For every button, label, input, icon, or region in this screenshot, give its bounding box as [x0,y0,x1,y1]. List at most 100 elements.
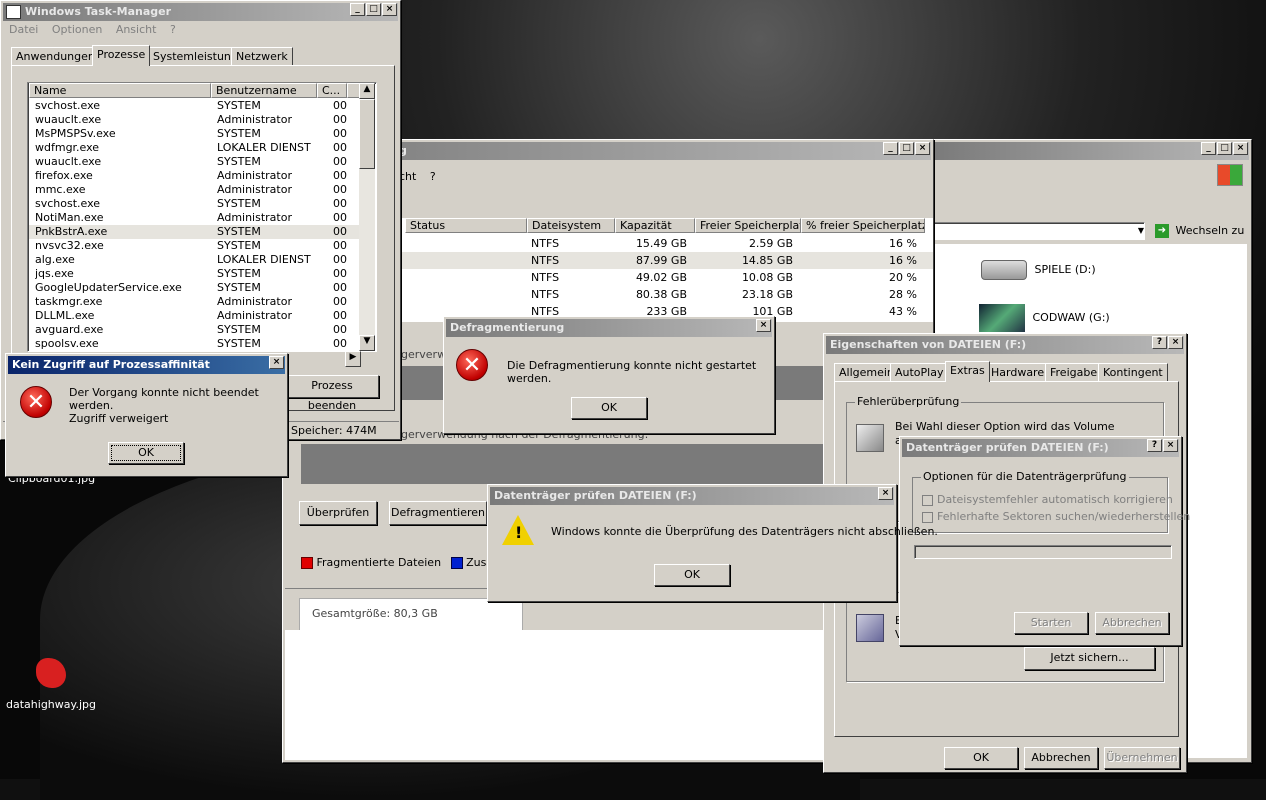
help-icon[interactable]: ? [1152,336,1167,349]
process-name: svchost.exe [35,99,101,112]
tab-freigabe[interactable]: Freigabe [1045,363,1103,381]
cancel-button[interactable]: Abbrechen [1024,747,1098,769]
process-row[interactable]: NotiMan.exe Administrator 00 [29,211,361,225]
volume-row[interactable]: NTFS 80.38 GB 23.18 GB 28 % [401,286,933,303]
process-name: alg.exe [35,253,75,266]
close-icon[interactable]: × [878,487,893,500]
process-cpu: 00 [333,309,347,322]
affinity-dialog-titlebar: Kein Zugriff auf Prozessaffinität [8,356,285,374]
volume-row[interactable]: NTFS 87.99 GB 14.85 GB 16 % [401,252,933,269]
scroll-down-icon[interactable]: ▼ [359,335,375,351]
menu-optionen[interactable]: Optionen [52,23,102,36]
tab-hardware[interactable]: Hardware [986,363,1050,381]
minimize-icon[interactable]: _ [883,142,898,155]
col-free[interactable]: Freier Speicherplatz [695,218,801,233]
col-status[interactable]: Status [405,218,527,233]
scroll-right-icon[interactable]: ▶ [345,351,361,367]
menu-ansicht[interactable]: Ansicht [116,23,157,36]
process-row[interactable]: jqs.exe SYSTEM 00 [29,267,361,281]
maximize-icon[interactable]: □ [899,142,914,155]
close-icon[interactable]: × [756,319,771,332]
close-icon[interactable]: × [1163,439,1178,452]
process-row[interactable]: nvsvc32.exe SYSTEM 00 [29,239,361,253]
process-row[interactable]: avguard.exe SYSTEM 00 [29,323,361,337]
minimize-icon[interactable]: _ [350,3,365,16]
close-icon[interactable]: × [1168,336,1183,349]
ok-button[interactable]: OK [654,564,730,586]
check-button[interactable]: Überprüfen [299,501,377,525]
col-cpu[interactable]: C... [317,83,347,98]
address-dropdown-icon[interactable]: ▼ [1135,224,1147,238]
volume-row[interactable]: NTFS 49.02 GB 10.08 GB 20 % [401,269,933,286]
error-icon: ✕ [456,349,488,381]
process-row[interactable]: mmc.exe Administrator 00 [29,183,361,197]
tab-anwendungen[interactable]: Anwendungen [11,47,100,65]
process-row[interactable]: GoogleUpdaterService.exe SYSTEM 00 [29,281,361,295]
scroll-up-icon[interactable]: ▲ [359,83,375,99]
col-user[interactable]: Benutzername [211,83,317,98]
error-check-text: Bei Wahl dieser Option wird das Volume [895,420,1115,433]
ok-button[interactable]: OK [944,747,1018,769]
maximize-icon[interactable]: □ [1217,142,1232,155]
process-row[interactable]: wuauclt.exe Administrator 00 [29,113,361,127]
legend-red-swatch [301,557,313,569]
col-name[interactable]: Name [29,83,211,98]
maximize-icon[interactable]: □ [366,3,381,16]
ok-button[interactable]: OK [571,397,647,419]
defragment-button[interactable]: Defragmentieren [389,501,487,525]
drive-item-codwaw[interactable]: CODWAW (G:) [979,304,1159,336]
process-row[interactable]: PnkBstrA.exe SYSTEM 00 [29,225,361,239]
tab-extras[interactable]: Extras [945,361,990,382]
volume-row[interactable]: NTFS 15.49 GB 2.59 GB 16 % [401,235,933,252]
close-icon[interactable]: × [1233,142,1248,155]
tab-strip: Anwendungen Prozesse Systemleistung Netz… [11,45,391,67]
scan-sectors-checkbox[interactable]: Fehlerhafte Sektoren suchen/wiederherste… [922,510,1190,523]
process-cpu: 00 [333,99,347,112]
tab-prozesse[interactable]: Prozesse [92,45,151,66]
tab-autoplay[interactable]: AutoPlay [890,363,949,381]
cancel-button[interactable]: Abbrechen [1095,612,1169,634]
defrag-error-dialog: Defragmentierung × ✕ Die Defragmentierun… [443,316,775,434]
menu-help[interactable]: ? [170,23,176,36]
process-row[interactable]: firefox.exe Administrator 00 [29,169,361,183]
process-row[interactable]: DLLML.exe Administrator 00 [29,309,361,323]
end-process-button[interactable]: Prozess beenden [285,375,379,412]
process-row[interactable]: alg.exe LOKALER DIENST 00 [29,253,361,267]
minimize-icon[interactable]: _ [1201,142,1216,155]
tab-netzwerk[interactable]: Netzwerk [231,47,293,65]
close-icon[interactable]: × [382,3,397,16]
vertical-scrollbar[interactable]: ▲ ▼ [359,83,375,351]
drive-item-spiele[interactable]: SPIELE (D:) [981,260,1161,288]
start-button[interactable]: Starten [1014,612,1088,634]
menu-item[interactable]: cht [399,170,416,183]
tab-systemleistung[interactable]: Systemleistung [148,47,243,65]
process-cpu: 00 [333,197,347,210]
address-combo[interactable] [933,222,1145,240]
ok-button[interactable]: OK [108,442,184,464]
col-pct[interactable]: % freier Speicherplatz [801,218,925,233]
menu-datei[interactable]: Datei [9,23,38,36]
help-icon[interactable]: ? [1147,439,1162,452]
tab-kontingent[interactable]: Kontingent [1098,363,1168,381]
process-row[interactable]: wuauclt.exe SYSTEM 00 [29,155,361,169]
warning-icon: ! [502,515,534,545]
process-cpu: 00 [333,225,347,238]
apply-button[interactable]: Übernehmen [1104,747,1180,769]
process-row[interactable]: svchost.exe SYSTEM 00 [29,197,361,211]
fix-errors-checkbox[interactable]: Dateisystemfehler automatisch korrigiere… [922,493,1173,506]
col-capacity[interactable]: Kapazität [615,218,695,233]
process-row[interactable]: svchost.exe SYSTEM 00 [29,99,361,113]
process-row[interactable]: MsPMSPSv.exe SYSTEM 00 [29,127,361,141]
menu-item[interactable]: ? [430,170,436,183]
close-icon[interactable]: × [915,142,930,155]
scroll-thumb[interactable] [359,99,375,169]
desktop-icon-datahighway[interactable]: datahighway.jpg [6,658,96,714]
process-row[interactable]: wdfmgr.exe LOKALER DIENST 00 [29,141,361,155]
col-filesystem[interactable]: Dateisystem [527,218,615,233]
close-icon[interactable]: × [269,356,284,369]
process-row[interactable]: spoolsv.exe SYSTEM 00 [29,337,361,351]
backup-now-button[interactable]: Jetzt sichern... [1024,647,1155,670]
volume-pct: 20 % [889,271,917,284]
go-button[interactable]: ➜ Wechseln zu [1155,222,1247,240]
process-row[interactable]: taskmgr.exe Administrator 00 [29,295,361,309]
